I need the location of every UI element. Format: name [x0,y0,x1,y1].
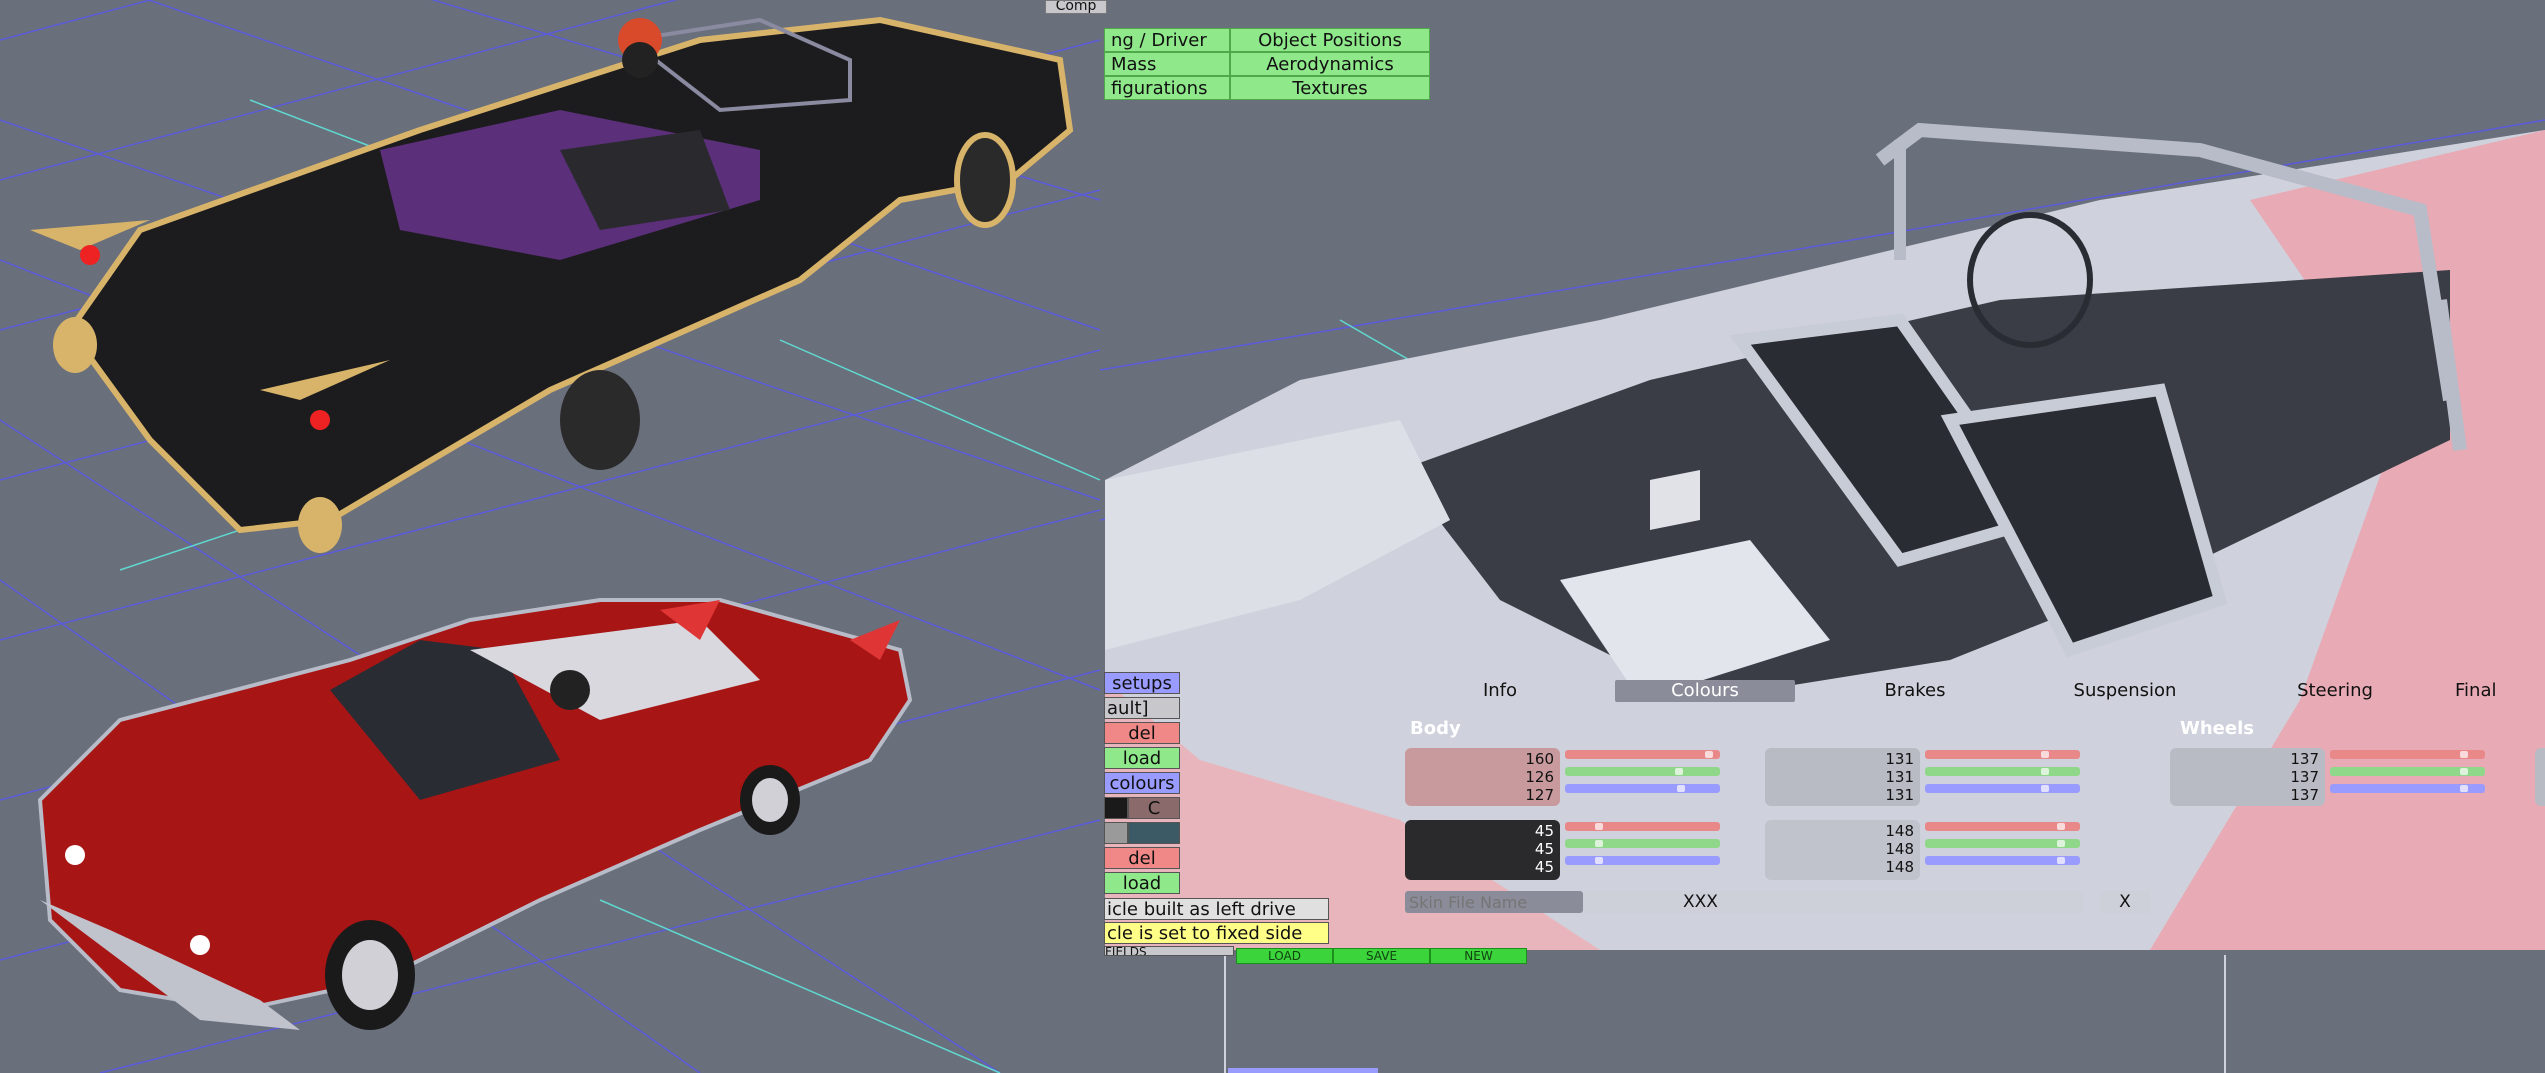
light-b-slider[interactable] [1925,856,2080,865]
body-r-value: 160 [1525,750,1554,768]
dark-g-slider[interactable] [1565,839,1720,848]
light-r-value: 148 [1885,822,1914,840]
wheels-r-slider[interactable] [2330,750,2485,759]
tab-colours[interactable]: Colours [1615,680,1795,702]
dark-r-value: 45 [1534,822,1554,840]
menu-aerodynamics[interactable]: Aerodynamics [1230,52,1430,76]
dark-b-value: 45 [1534,858,1554,876]
colour-load-button[interactable]: load [1104,872,1180,894]
tab-info[interactable]: Info [1410,680,1590,702]
dark-rgb-box[interactable]: 45 45 45 [1405,820,1560,880]
menu-mass[interactable]: Mass [1104,52,1230,76]
compile-button[interactable]: Comp [1045,0,1107,14]
colour-del-button[interactable]: del [1104,847,1180,869]
setups-button[interactable]: setups [1104,672,1180,694]
body-r-slider[interactable] [1565,750,1720,759]
menu-textures[interactable]: Textures [1230,76,1430,100]
body-b-value: 127 [1525,786,1554,804]
wheels-b-value: 137 [2290,786,2319,804]
dark-g-value: 45 [1534,840,1554,858]
light-rgb-box[interactable]: 148 148 148 [1765,820,1920,880]
wheels-b-slider[interactable] [2330,784,2485,793]
menu-rigging-driver[interactable]: ng / Driver [1104,28,1230,52]
light-r-slider[interactable] [1925,822,2080,831]
left-drive-note: icle built as left drive [1104,898,1329,920]
body-second-g-slider[interactable] [1925,767,2080,776]
colour-swatch-teal[interactable] [1128,822,1180,844]
colour-swatch-grey[interactable] [1104,822,1128,844]
skin-value-text: XXX [1683,892,1718,912]
wheels-rgb-box[interactable]: 137 137 137 [2170,748,2325,806]
body-label: Body [1410,718,1461,739]
tab-suspension[interactable]: Suspension [2035,680,2215,702]
wheels-label: Wheels [2180,718,2254,739]
colour-c-button[interactable]: C [1128,797,1180,819]
body-rgb-box[interactable]: 160 126 127 [1405,748,1560,806]
body-second-r-value: 131 [1885,750,1914,768]
wheels-extra-box[interactable] [2535,748,2545,806]
tab-final[interactable]: Final [2455,680,2545,702]
skin-file-name-input[interactable] [1405,891,1583,913]
lower-panel-tab [1228,1068,1378,1073]
body-second-rgb-box[interactable]: 131 131 131 [1765,748,1920,806]
body-second-b-value: 131 [1885,786,1914,804]
wheels-g-value: 137 [2290,768,2319,786]
light-g-slider[interactable] [1925,839,2080,848]
body-g-slider[interactable] [1565,767,1720,776]
tab-steering[interactable]: Steering [2245,680,2425,702]
skin-close-button[interactable]: X [2100,891,2150,913]
light-b-value: 148 [1885,858,1914,876]
setup-load-button[interactable]: load [1104,747,1180,769]
dark-r-slider[interactable] [1565,822,1720,831]
fixed-side-note: cle is set to fixed side [1104,922,1329,944]
wheels-r-value: 137 [2290,750,2319,768]
lower-panel [1225,955,2225,1073]
colour-swatch-black[interactable] [1104,797,1128,819]
skin-value-field[interactable]: XXX [1583,891,2083,913]
save-button[interactable]: SAVE [1333,948,1430,964]
load-button[interactable]: LOAD [1236,948,1333,964]
wheels-g-slider[interactable] [2330,767,2485,776]
colours-button[interactable]: colours [1104,772,1180,794]
new-button[interactable]: NEW [1430,948,1527,964]
body-second-b-slider[interactable] [1925,784,2080,793]
setup-del-button[interactable]: del [1104,722,1180,744]
menu-configurations[interactable]: figurations [1104,76,1230,100]
light-g-value: 148 [1885,840,1914,858]
default-setup-field[interactable]: ault] [1104,697,1180,719]
menu-object-positions[interactable]: Object Positions [1230,28,1430,52]
body-g-value: 126 [1525,768,1554,786]
body-b-slider[interactable] [1565,784,1720,793]
tab-brakes[interactable]: Brakes [1825,680,2005,702]
body-second-r-slider[interactable] [1925,750,2080,759]
dark-b-slider[interactable] [1565,856,1720,865]
fields-label: FIELDS [1104,946,1234,956]
body-second-g-value: 131 [1885,768,1914,786]
